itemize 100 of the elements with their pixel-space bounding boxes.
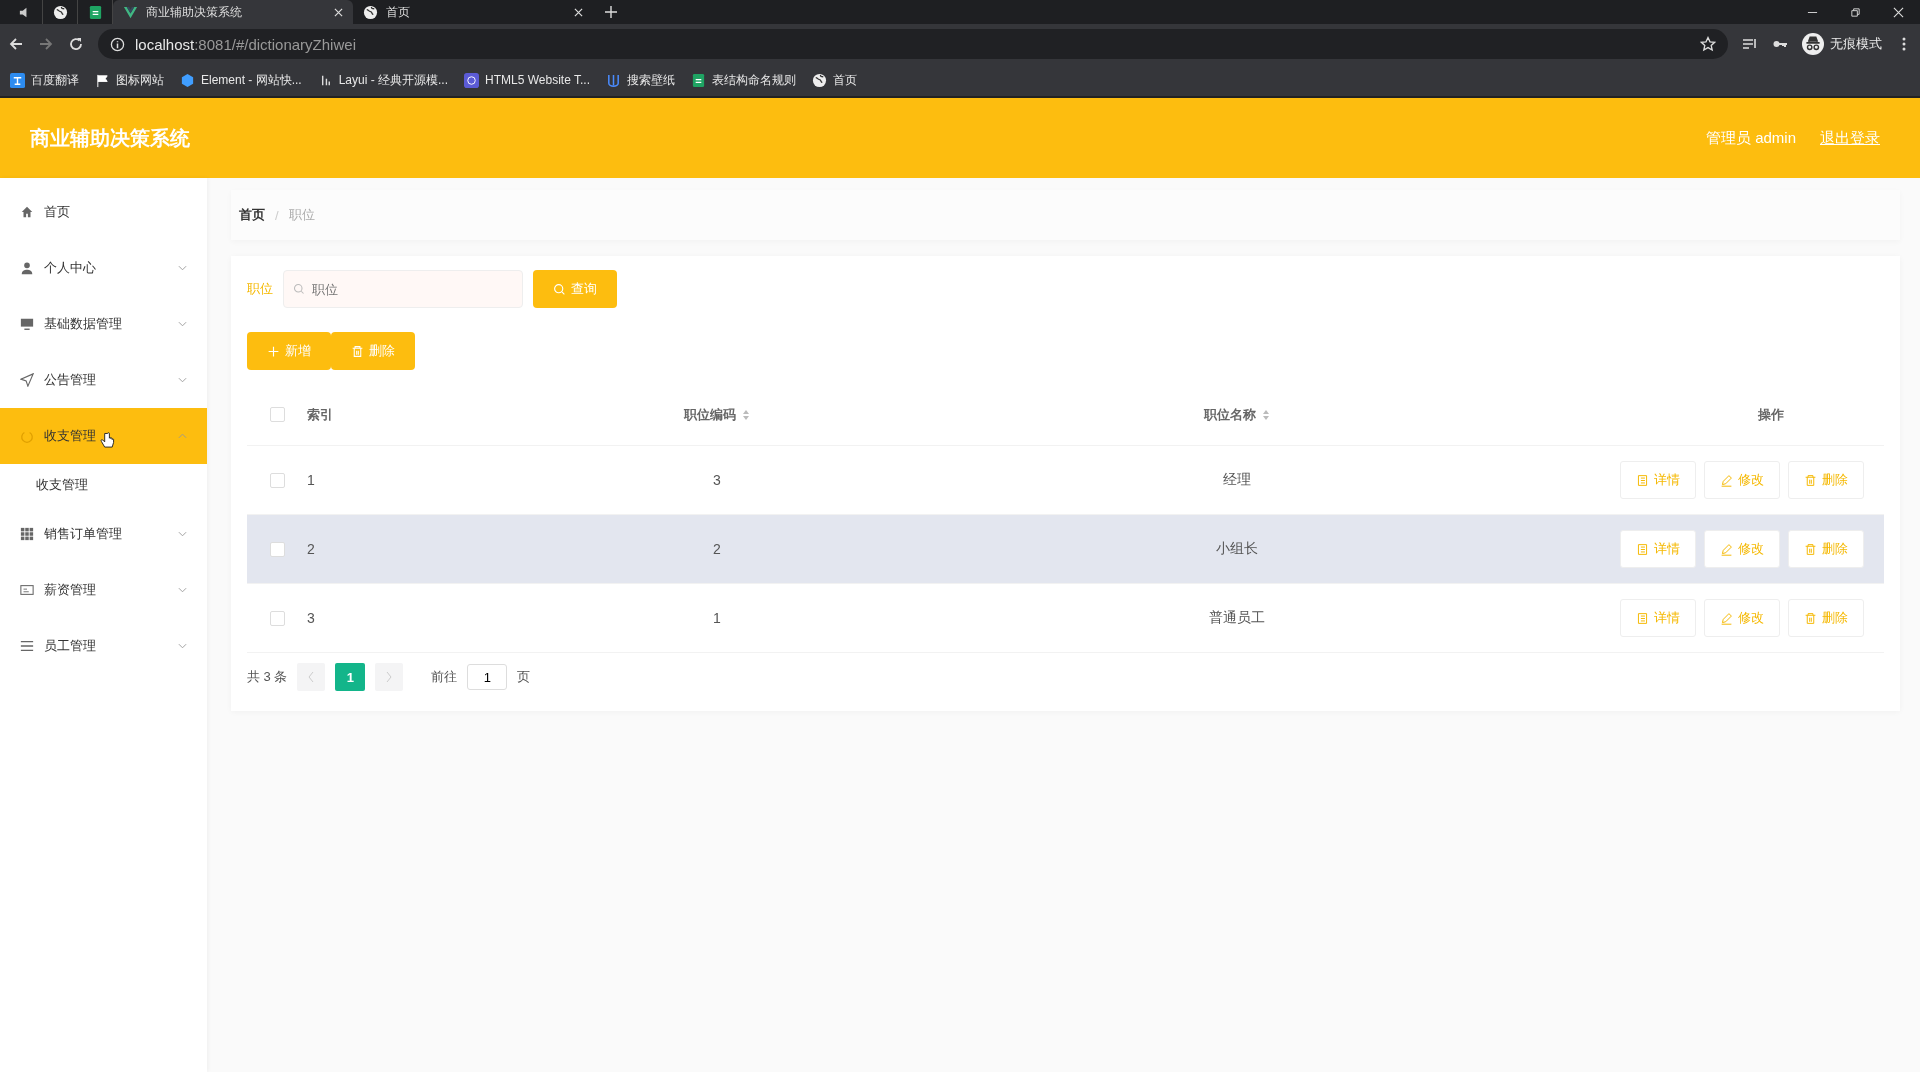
table-cell: 2 (713, 541, 721, 557)
bookmark[interactable]: HTML5 Website T... (464, 72, 590, 88)
playlist-icon[interactable] (1742, 36, 1758, 52)
menu-item[interactable]: 销售订单管理 (0, 506, 207, 562)
menu-item[interactable]: 员工管理 (0, 618, 207, 674)
url-text: localhost:8081/#/dictionaryZhiwei (135, 35, 356, 53)
send-icon (20, 373, 34, 387)
breadcrumb-separator: / (275, 207, 279, 223)
pencil-icon (1720, 473, 1733, 487)
chevron-icon (178, 433, 187, 439)
globe-icon (363, 4, 378, 20)
goto-label: 前往 (431, 668, 458, 686)
pencil-icon (1720, 542, 1733, 556)
globe-icon (52, 4, 68, 20)
table-cell: 经理 (1223, 471, 1251, 489)
hexagon-icon (180, 72, 195, 88)
document-icon (1636, 473, 1649, 487)
pencil-icon (1720, 611, 1733, 625)
globe-icon (812, 72, 827, 88)
table-cell: 1 (713, 610, 721, 626)
sheet-icon (691, 72, 706, 88)
bookmark[interactable]: 百度翻译 (10, 71, 79, 89)
info-icon (110, 36, 125, 52)
tab-title: 首页 (386, 3, 411, 21)
back-icon[interactable] (8, 36, 24, 52)
chevron-icon (178, 531, 187, 537)
field-label: 职位 (247, 280, 273, 298)
search-icon (293, 283, 305, 295)
trash-icon (1804, 473, 1817, 487)
column-header[interactable]: 职位名称 (1204, 405, 1270, 424)
table-cell: 小组长 (1216, 540, 1258, 558)
chevron-icon (178, 587, 187, 593)
column-header[interactable]: 职位编码 (684, 405, 750, 424)
tab-title: 商业辅助决策系统 (146, 3, 243, 21)
search-field[interactable]: 职位 (283, 270, 523, 308)
address-field[interactable]: localhost:8081/#/dictionaryZhiwei (98, 29, 1728, 59)
column-header: 索引 (307, 405, 333, 424)
hand-cursor-icon (100, 431, 115, 449)
menu-item[interactable]: 薪资管理 (0, 562, 207, 618)
table-cell: 3 (713, 472, 721, 488)
checkbox[interactable] (269, 541, 285, 557)
bookmark[interactable]: 表结构命名规则 (691, 71, 796, 89)
power-icon (20, 429, 34, 443)
incognito-icon (1802, 33, 1824, 55)
table-cell: 1 (307, 472, 315, 488)
page-input[interactable]: 1 (467, 664, 508, 690)
table-cell: 普通员工 (1209, 609, 1265, 627)
chevron-icon (178, 265, 187, 271)
bookmark[interactable]: Layui - 经典开源模... (317, 71, 449, 89)
menu-item[interactable]: 收支管理 (0, 408, 207, 464)
bookmark[interactable]: 图标网站 (95, 71, 164, 89)
star-icon[interactable] (1700, 36, 1716, 52)
new-tab-icon[interactable] (605, 6, 617, 18)
search-icon (553, 282, 566, 296)
menu-item[interactable]: 个人中心 (0, 240, 207, 296)
forward-icon[interactable] (38, 36, 54, 52)
document-icon (1636, 611, 1649, 625)
user-label: 管理员 admin (1705, 128, 1796, 148)
flag-icon (95, 72, 110, 88)
v-logo-icon (123, 4, 138, 20)
incognito-badge[interactable]: 无痕模式 (1802, 33, 1882, 55)
breadcrumb-item: 职位 (288, 206, 315, 224)
bookmark[interactable]: Element - 网站快... (180, 71, 302, 89)
total-count: 共 3 条 (247, 668, 288, 686)
menu-item[interactable]: 基础数据管理 (0, 296, 207, 352)
trash-icon (1804, 611, 1817, 625)
plus-icon (267, 344, 280, 358)
chevron-right-icon (385, 671, 394, 683)
browser-tab[interactable]: 首页 (353, 0, 593, 24)
page-suffix: 页 (517, 668, 531, 686)
chevron-icon (178, 643, 187, 649)
trash-icon (351, 344, 364, 358)
column-header: 操作 (1757, 405, 1784, 424)
breadcrumb-item[interactable]: 首页 (239, 206, 265, 224)
sort-icon (742, 408, 750, 421)
menu-item[interactable]: 公告管理 (0, 352, 207, 408)
chevron-icon (178, 321, 187, 327)
browser-tab[interactable]: 商业辅助决策系统 (113, 0, 353, 24)
menu-item[interactable]: 首页 (0, 184, 207, 240)
restore-icon[interactable] (1850, 6, 1861, 18)
app-title: 商业辅助决策系统 (30, 125, 190, 151)
table-cell: 2 (307, 541, 315, 557)
bookmark[interactable]: 搜索壁纸 (606, 71, 675, 89)
close-icon[interactable] (1893, 6, 1904, 18)
home-icon (20, 205, 34, 219)
checkbox[interactable] (269, 472, 285, 488)
submenu-item[interactable]: 收支管理 (0, 464, 207, 506)
checkbox[interactable] (269, 610, 285, 626)
reload-icon[interactable] (68, 36, 84, 52)
sheet-icon (87, 4, 103, 20)
trash-icon (1804, 542, 1817, 556)
close-icon[interactable] (334, 7, 343, 17)
checkbox[interactable] (269, 407, 285, 422)
table-cell: 3 (307, 610, 315, 626)
bookmark[interactable]: 首页 (812, 71, 857, 89)
chevron-icon (178, 377, 187, 383)
sort-icon (1262, 408, 1270, 421)
close-icon[interactable] (574, 7, 583, 17)
monitor-icon (20, 317, 34, 331)
list-icon (20, 639, 34, 653)
